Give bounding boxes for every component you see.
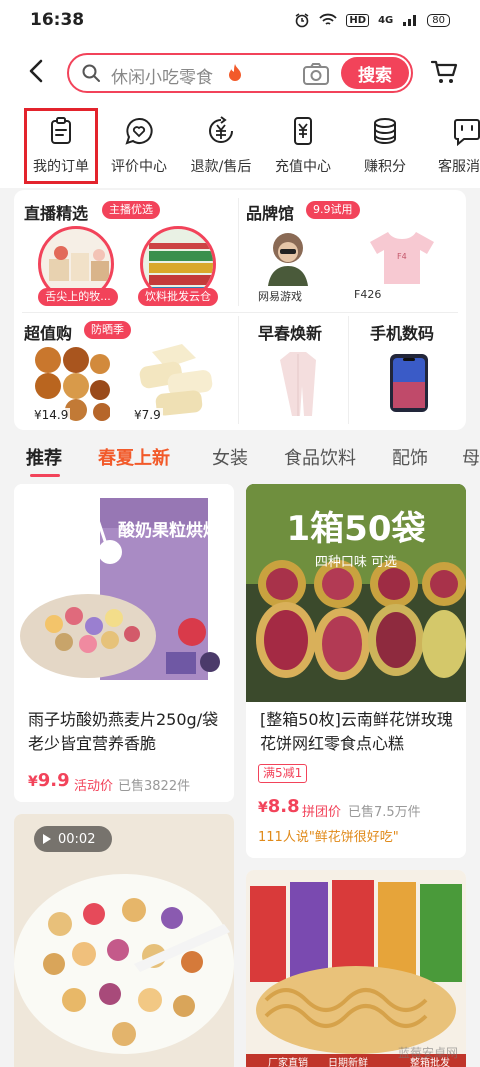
image-tag-fresh: 日期新鲜 [328,1058,368,1067]
refund-label: 退款/售后 [190,159,252,175]
battery-icon: 80 [427,13,450,27]
status-bar: 16:38 HD 4G 80 [0,0,480,40]
yuan-phone-icon [294,117,312,145]
customer-service-entry[interactable]: 客服消 [424,108,480,188]
earn-points-label: 赚积分 [364,159,406,175]
alarm-icon [296,13,309,28]
camera-icon[interactable] [302,62,330,86]
product-image-caption: 酸奶果粒烘焙燕麦 [118,520,234,541]
brand-item-1-label: 网易游戏 [258,290,302,303]
sold-count: 已售7.5万件 [348,805,421,820]
promo-divider-v [238,198,239,306]
game-character-image[interactable] [258,226,318,288]
brand-hall-title: 品牌馆 [246,204,295,223]
brand-hall-tag: 9.9试用 [306,201,360,219]
svg-text:四种口味 可选: 四种口味 可选 [315,555,397,570]
customer-service-label: 客服消 [438,159,480,175]
sold-count: 已售3822件 [118,779,191,794]
search-bar[interactable]: 休闲小吃零食 搜索 [67,53,413,93]
svg-text:1箱50袋: 1箱50袋 [287,509,426,549]
network-indicator: 4G [378,14,394,26]
deal-2-price: ¥7.9 [132,408,163,422]
price-type-label: 拼团价 [302,805,342,820]
jacket-image[interactable] [276,350,320,416]
cart-icon[interactable] [430,58,458,86]
promo-divider-h [22,312,458,313]
tshirt-image[interactable]: F4 [366,228,438,288]
product-image-subcaption: 四种口味 可选 [315,555,397,570]
earn-points-entry[interactable]: 赚积分 [342,108,428,188]
value-deals-title: 超值购 [24,324,73,343]
tab-spring-new[interactable]: 春夏上新 [98,444,170,470]
promo-divider-v3 [348,316,349,424]
search-placeholder: 休闲小吃零食 [111,68,213,88]
status-icons: HD 4G 80 [294,12,450,28]
product-card[interactable]: 酸奶果粒烘焙燕麦 雨子坊酸奶燕麦片250g/袋 老少皆宜营养香脆 ¥9.9 活动… [14,484,234,802]
price-type-label: 活动价 [74,779,114,794]
tab-accessories[interactable]: 配饰 [392,444,428,470]
value-deals-tag: 防晒季 [84,321,131,339]
heart-chat-icon [125,117,153,145]
live-picks-tag: 主播优选 [102,201,160,219]
live-item-1-label: 舌尖上的牧... [38,288,118,306]
tab-womens[interactable]: 女装 [212,444,248,470]
review-center-label: 评价中心 [111,159,167,175]
coin-stack-icon [374,118,396,145]
svg-text:酸奶果粒烘焙燕麦: 酸奶果粒烘焙燕麦 [118,520,234,541]
recharge-entry[interactable]: 充值中心 [260,108,346,188]
yuan-refund-icon [209,116,233,143]
service-chat-icon [454,119,480,146]
status-time: 16:38 [30,10,85,30]
video-duration-badge: 00:02 [34,826,112,852]
promo-divider-v2 [238,316,239,424]
product-card-video[interactable]: 00:02 [14,814,234,1067]
search-icon [82,64,100,82]
recharge-label: 充值中心 [275,159,331,175]
back-arrow-icon[interactable] [22,56,52,86]
product-title: 雨子坊酸奶燕麦片250g/袋 老少皆宜营养香脆 [28,710,219,753]
tab-food[interactable]: 食品饮料 [284,444,356,470]
deal-1-price: ¥14.9 [32,408,71,422]
fire-icon [229,64,241,81]
my-orders-label: 我的订单 [33,159,89,175]
svg-text:F4: F4 [397,252,407,261]
video-duration: 00:02 [58,831,96,847]
brand-item-2-label: F426 [354,288,382,301]
watermark: 蓝莓安卓网 [398,1046,459,1060]
product-image-caption: 1箱50袋 [287,509,426,549]
search-header: 休闲小吃零食 搜索 [0,40,480,108]
tab-mother[interactable]: 母 [462,444,480,470]
product-image: 酸奶果粒烘焙燕麦 [14,484,234,690]
signal-icon [403,15,417,26]
search-button[interactable]: 搜索 [341,57,409,89]
image-tag-factory: 厂家直销 [268,1058,308,1067]
review-highlight: 111人说"鲜花饼很好吃" [258,830,399,845]
play-icon [43,834,51,844]
early-spring-title: 早春焕新 [258,324,323,343]
product-image [246,870,466,1067]
product-price: ¥8.8 [258,796,300,817]
coupon-badge: 满5减1 [258,764,308,783]
product-card[interactable]: 厂家直销 日期新鲜 整箱批发 [246,870,466,1067]
active-tab-indicator [30,474,60,477]
hd-icon: HD [346,13,370,27]
promo-panel: 直播精选 主播优选 舌尖上的牧... 饮料批发云仓 品牌馆 9.9试用 网易游戏… [14,190,466,430]
review-center-entry[interactable]: 评价中心 [96,108,182,188]
my-orders-entry[interactable]: 我的订单 [24,108,98,184]
tab-recommend[interactable]: 推荐 [26,444,62,470]
quick-entry-row: 我的订单 评价中心 退款/售后 充值中心 赚积分 客服消 [0,108,480,188]
refund-entry[interactable]: 退款/售后 [178,108,264,188]
category-tabs: 推荐 春夏上新 女装 食品饮料 配饰 母 [0,440,480,478]
product-card[interactable]: 1箱50袋 四种口味 可选 [整箱50枚]云南鲜花饼玫瑰花饼网红零食点心糕 满5… [246,484,466,858]
digital-title: 手机数码 [370,324,435,343]
live-item-2-label: 饮料批发云仓 [138,288,218,306]
product-image: 1箱50袋 四种口味 可选 [246,484,466,702]
product-title: [整箱50枚]云南鲜花饼玫瑰花饼网红零食点心糕 [260,710,453,753]
product-price: ¥9.9 [28,770,70,791]
phone-image[interactable] [386,352,432,414]
clipboard-icon [51,117,71,144]
live-picks-title: 直播精选 [24,204,89,223]
wifi-icon [319,13,338,25]
